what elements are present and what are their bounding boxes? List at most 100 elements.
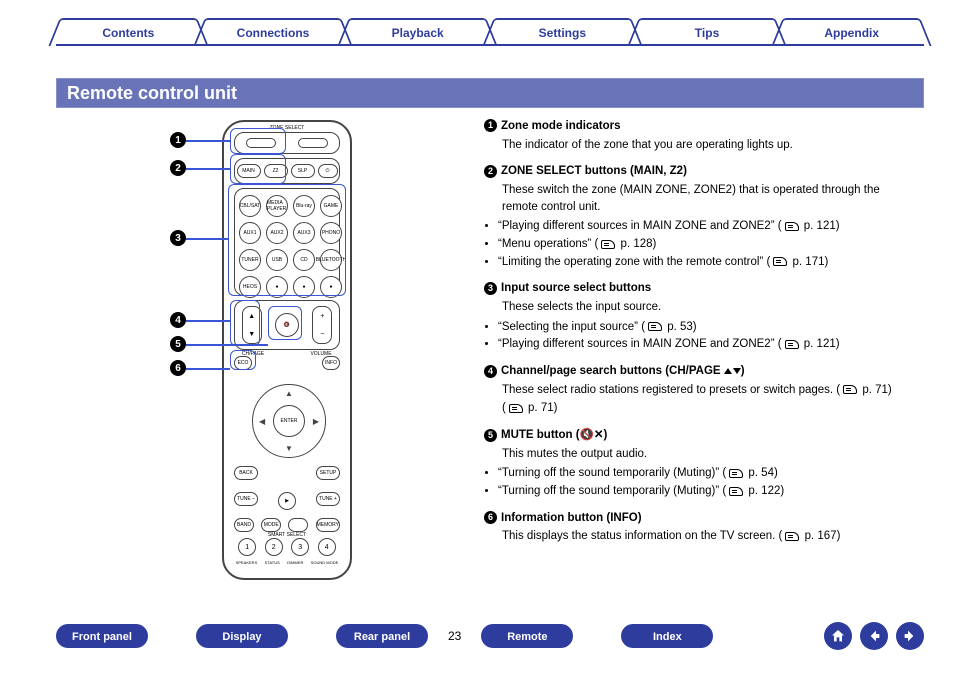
desc-body: These select radio stations registered t…	[502, 382, 914, 399]
page-ref-icon	[729, 487, 743, 496]
callout-4: 4	[170, 312, 186, 328]
arrow-left-icon	[866, 628, 882, 644]
chpage-buttons: ▲▼	[242, 306, 262, 344]
caret-down-icon	[733, 368, 741, 374]
page-ref-icon	[785, 340, 799, 349]
desc-item-2: 2 ZONE SELECT buttons (MAIN, Z2) These swi…	[484, 163, 914, 270]
desc-bullet: “Turning off the sound temporarily (Muti…	[498, 465, 914, 482]
page-ref-icon	[843, 385, 857, 394]
callout-6: 6	[170, 360, 186, 376]
arrow-right-icon	[902, 628, 918, 644]
nav-front-panel[interactable]: Front panel	[56, 624, 148, 648]
callout-1: 1	[170, 132, 186, 148]
desc-item-3: 3Input source select buttonsThese select…	[484, 280, 914, 353]
desc-bullet: “Selecting the input source” ( p. 53)	[498, 319, 914, 336]
volume-buttons: +−	[312, 306, 332, 344]
remote-illustration: ZONE SELECT MAIN Z2 SLP ⏻ CBL/SATMEDIA P…	[170, 120, 470, 590]
tab-playback[interactable]: Playback	[345, 18, 490, 44]
item-number-badge: 6	[484, 511, 497, 524]
callout-3: 3	[170, 230, 186, 246]
input-source-panel: CBL/SATMEDIA PLAYERBlu-rayGAMEAUX1AUX2AU…	[234, 188, 340, 296]
tab-appendix[interactable]: Appendix	[779, 18, 924, 44]
input-source-btn: TUNER	[239, 249, 261, 271]
home-icon	[830, 628, 846, 644]
desc-body: This displays the status information on …	[502, 528, 914, 545]
page-number: 23	[448, 629, 461, 643]
zone-select-panel: MAIN Z2 SLP ⏻	[234, 158, 340, 184]
caret-up-icon	[724, 368, 732, 374]
nav-remote[interactable]: Remote	[481, 624, 573, 648]
top-tab-row: Contents Connections Playback Settings T…	[56, 18, 924, 46]
item-number-badge: 1	[484, 119, 497, 132]
input-source-btn: AUX2	[266, 222, 288, 244]
desc-body: These selects the input source.	[502, 299, 914, 316]
page-ref-icon	[601, 240, 615, 249]
description-column: 1Zone mode indicatorsThe indicator of th…	[484, 118, 914, 555]
zone-select-label: ZONE SELECT	[224, 125, 350, 131]
desc-bullets: “Selecting the input source” ( p. 53)“Pl…	[484, 319, 914, 353]
tab-settings[interactable]: Settings	[490, 18, 635, 44]
tab-label: Playback	[355, 18, 480, 46]
tab-label: Connections	[211, 18, 336, 46]
input-source-btn: ●	[266, 276, 288, 298]
item-number-badge: 5	[484, 429, 497, 442]
nav-display[interactable]: Display	[196, 624, 288, 648]
page-ref-icon	[729, 469, 743, 478]
tab-label: Settings	[500, 18, 625, 46]
next-page-button[interactable]	[896, 622, 924, 650]
desc-bullets: “Turning off the sound temporarily (Muti…	[484, 465, 914, 499]
chpage-vol-panel: ▲▼ 🔇 +− CH/PAGE VOLUME	[234, 300, 340, 350]
tab-label: Contents	[66, 18, 191, 46]
page-ref-icon	[785, 532, 799, 541]
desc-pageref: ( p. 71)	[502, 400, 914, 417]
desc-item-4: 4 Channel/page search buttons (CH/PAGE ) T…	[484, 363, 914, 417]
desc-title: Input source select buttons	[501, 282, 651, 294]
desc-bullets: “Playing different sources in MAIN ZONE …	[484, 218, 914, 270]
desc-title: Zone mode indicators	[501, 120, 621, 132]
mute-button: 🔇	[275, 313, 299, 337]
zone-indicator-panel	[234, 132, 340, 154]
bottom-nav: Front panel Display Rear panel 23 Remote…	[56, 621, 924, 651]
tab-label: Tips	[645, 18, 770, 46]
desc-title: Channel/page search buttons (CH/PAGE )	[501, 365, 745, 377]
tab-connections[interactable]: Connections	[201, 18, 346, 44]
input-source-btn: GAME	[320, 195, 342, 217]
desc-title: ZONE SELECT buttons (MAIN, Z2)	[501, 165, 687, 177]
input-source-btn: ●	[293, 276, 315, 298]
nav-rear-panel[interactable]: Rear panel	[336, 624, 428, 648]
desc-item-5: 5MUTE button (🔇✕)This mutes the output a…	[484, 427, 914, 500]
remote-body: ZONE SELECT MAIN Z2 SLP ⏻ CBL/SATMEDIA P…	[222, 120, 352, 580]
nav-index[interactable]: Index	[621, 624, 713, 648]
page-ref-icon	[509, 404, 523, 413]
desc-bullet: “Turning off the sound temporarily (Muti…	[498, 483, 914, 500]
input-source-btn: AUX3	[293, 222, 315, 244]
section-header: Remote control unit	[56, 78, 924, 108]
callout-5: 5	[170, 336, 186, 352]
desc-bullet: “Limiting the operating zone with the re…	[498, 254, 914, 271]
item-number-badge: 2	[484, 165, 497, 178]
input-source-btn: Blu-ray	[293, 195, 315, 217]
page-ref-icon	[773, 257, 787, 266]
desc-bullet: “Playing different sources in MAIN ZONE …	[498, 218, 914, 235]
home-button[interactable]	[824, 622, 852, 650]
desc-bullet: “Menu operations” ( p. 128)	[498, 236, 914, 253]
page-ref-icon	[785, 222, 799, 231]
tab-tips[interactable]: Tips	[635, 18, 780, 44]
page-ref-icon	[648, 322, 662, 331]
tab-contents[interactable]: Contents	[56, 18, 201, 44]
input-source-btn: AUX1	[239, 222, 261, 244]
input-source-btn: BLUETOOTH	[320, 249, 342, 271]
desc-body: These switch the zone (MAIN ZONE, ZONE2)…	[502, 182, 914, 215]
callout-2: 2	[170, 160, 186, 176]
item-number-badge: 4	[484, 365, 497, 378]
desc-title: Information button (INFO)	[501, 512, 642, 524]
tab-label: Appendix	[789, 18, 914, 46]
prev-page-button[interactable]	[860, 622, 888, 650]
input-source-btn: CD	[293, 249, 315, 271]
desc-item-1: 1Zone mode indicatorsThe indicator of th…	[484, 118, 914, 153]
nav-ring: ▲ ▼ ◀ ▶ ENTER	[252, 384, 326, 458]
desc-body: This mutes the output audio.	[502, 446, 914, 463]
input-source-btn: ●	[320, 276, 342, 298]
desc-bullet: “Playing different sources in MAIN ZONE …	[498, 336, 914, 353]
input-source-btn: PHONO	[320, 222, 342, 244]
